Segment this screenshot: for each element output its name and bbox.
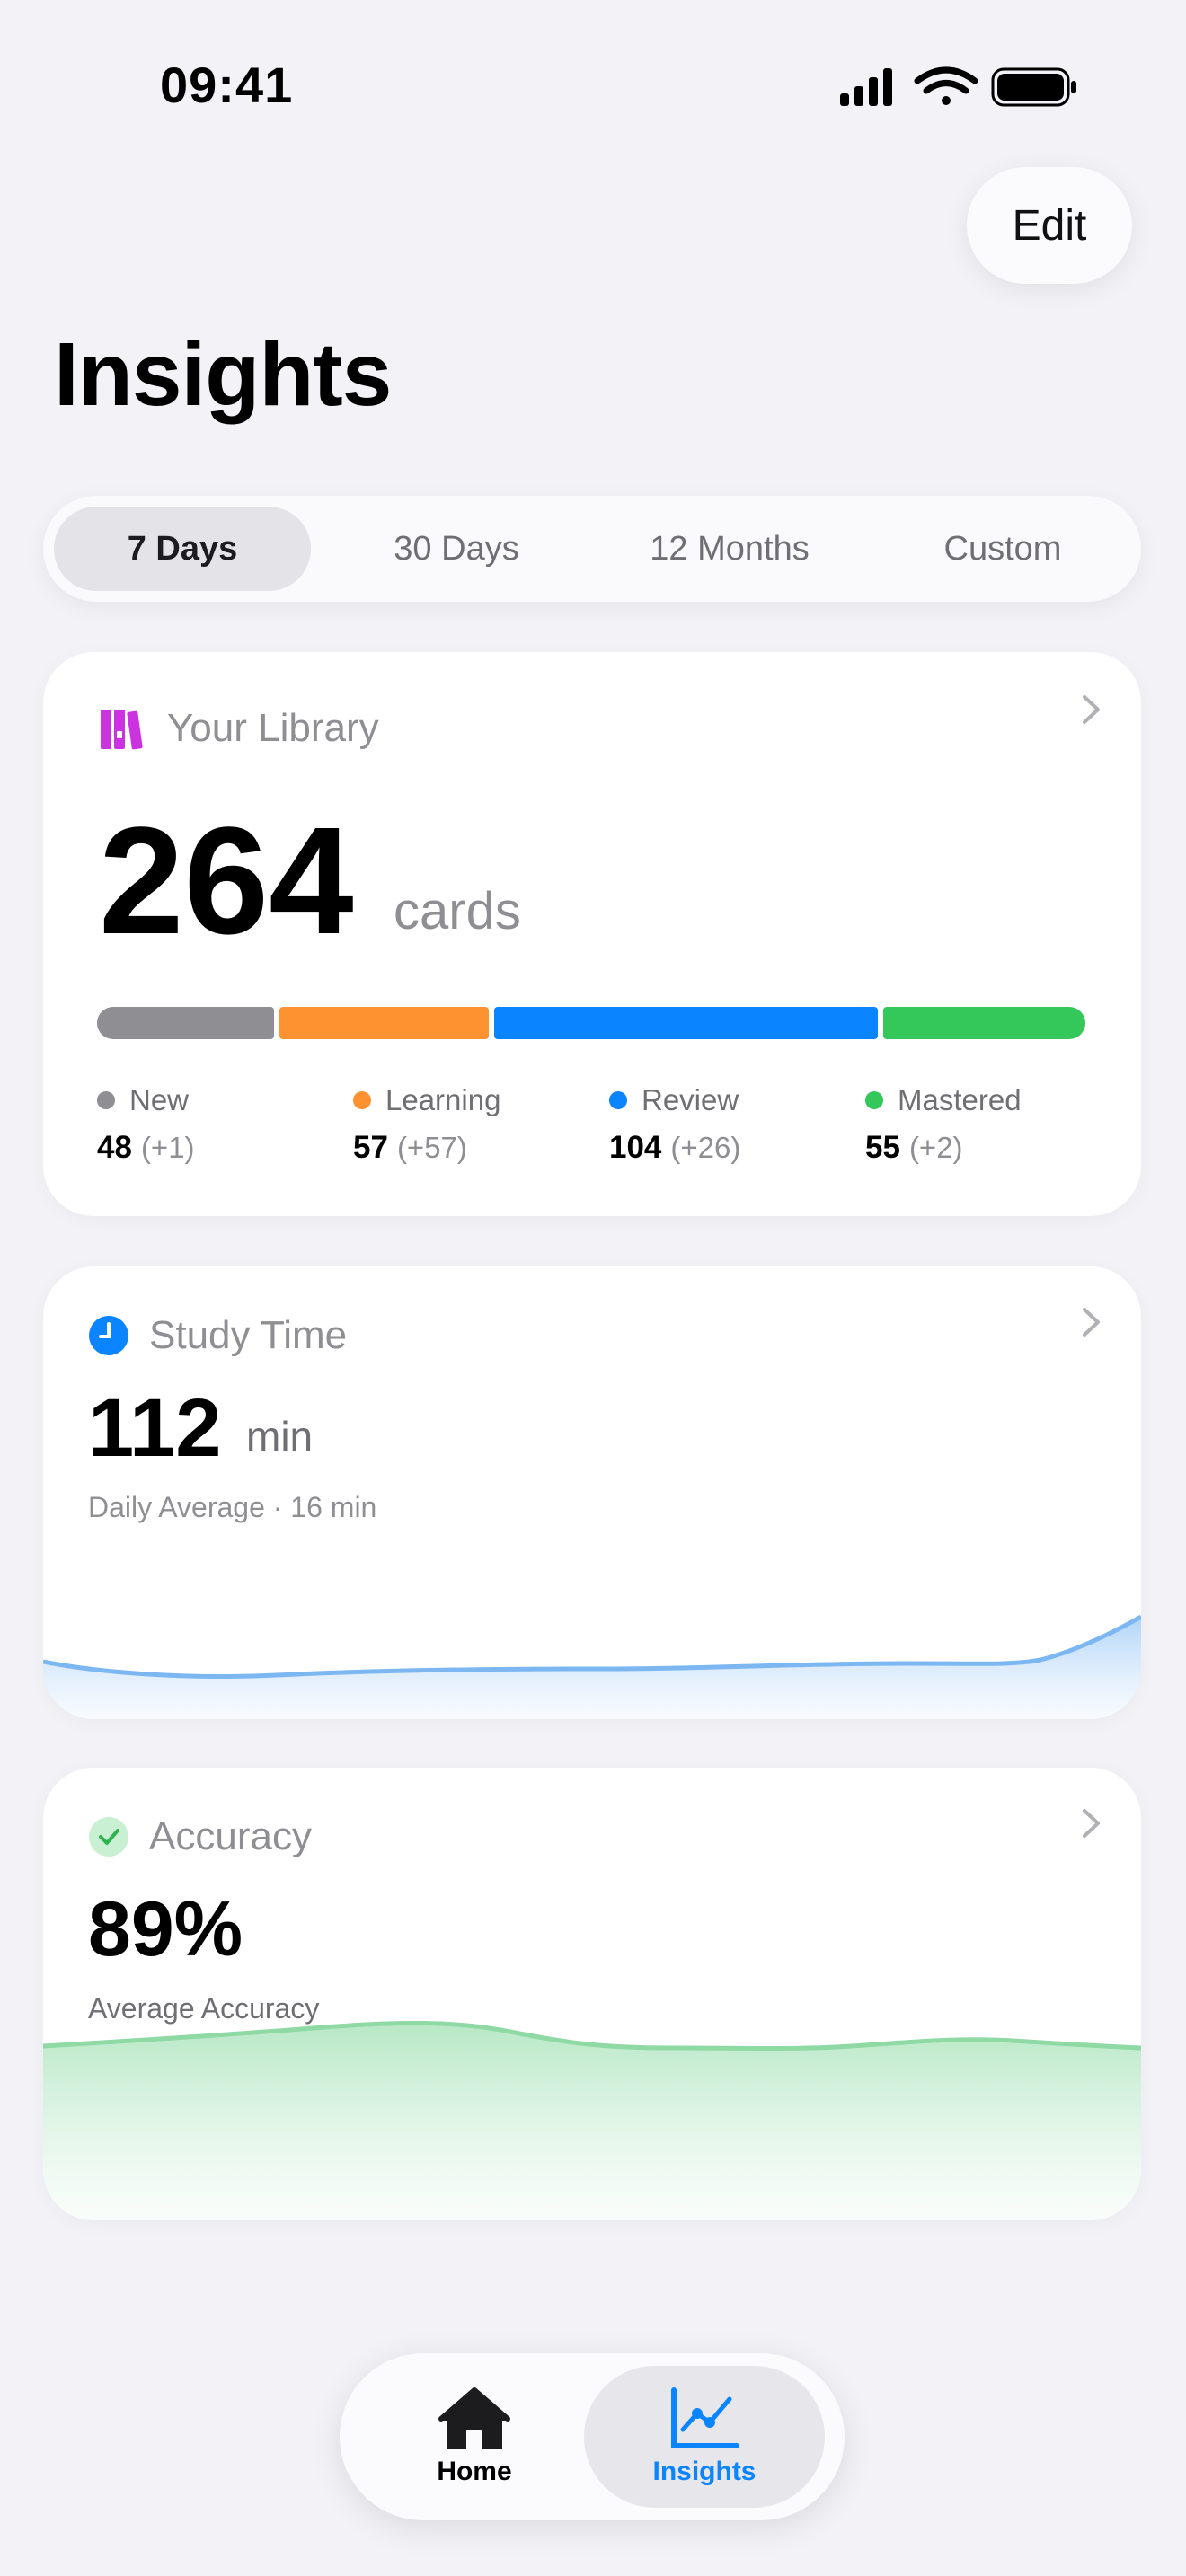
legend-label: New <box>129 1083 190 1116</box>
chevron-right-icon <box>1083 695 1100 724</box>
status-icons <box>840 66 1076 107</box>
range-selector: 7 Days 30 Days 12 Months Custom <box>43 496 1141 602</box>
books-icon <box>101 710 143 750</box>
legend-dot <box>865 1091 883 1109</box>
tab-7-days[interactable]: 7 Days <box>54 507 311 591</box>
legend-delta: (+2) <box>908 1131 963 1164</box>
battery-icon <box>991 67 1076 107</box>
tab-insights[interactable]: Insights <box>584 2366 825 2508</box>
status-time: 09:41 <box>160 57 294 113</box>
study-time-unit: min <box>246 1413 314 1460</box>
legend-delta: (+26) <box>670 1131 741 1164</box>
legend-value: 104 <box>609 1130 662 1165</box>
page-title: Insights <box>54 324 392 425</box>
legend-value: 55 <box>865 1130 900 1165</box>
bar-segment-review <box>494 1007 878 1039</box>
legend-label: Learning <box>385 1083 501 1116</box>
tab-12-months[interactable]: 12 Months <box>602 507 857 591</box>
accuracy-subtitle: Average Accuracy <box>88 1992 320 2025</box>
legend-dot <box>609 1091 627 1109</box>
wifi-icon <box>914 66 978 105</box>
library-title: Your Library <box>167 706 379 750</box>
tab-bar: Home Insights <box>340 2353 845 2520</box>
chevron-right-icon <box>1083 1308 1100 1337</box>
tab-home[interactable]: Home <box>354 2366 595 2508</box>
legend-label: Mastered <box>898 1083 1022 1116</box>
cellular-signal-icon <box>840 68 892 106</box>
legend-delta: (+1) <box>140 1131 195 1164</box>
library-total: 264 <box>99 796 354 966</box>
study-time-value: 112 <box>88 1382 222 1474</box>
study-time-subtitle: Daily Average · 16 min <box>88 1491 377 1523</box>
legend-new: New 48 (+1) <box>97 1083 340 1166</box>
legend-delta: (+57) <box>396 1131 467 1164</box>
library-card[interactable]: Your Library 264 cards New 48 (+1) Learni… <box>43 652 1141 1216</box>
chevron-right-icon <box>1083 1809 1100 1838</box>
bar-segment-learning <box>279 1007 490 1039</box>
legend-value: 48 <box>97 1130 132 1165</box>
checkmark-icon <box>89 1817 128 1857</box>
tab-home-label: Home <box>437 2457 512 2486</box>
accuracy-value: 89% <box>88 1886 243 1972</box>
legend-learning: Learning 57 (+57) <box>353 1083 596 1166</box>
house-icon <box>438 2387 510 2449</box>
chart-icon <box>671 2387 739 2448</box>
study-time-sparkline <box>43 1614 1141 1719</box>
tab-30-days[interactable]: 30 Days <box>329 507 584 591</box>
bar-segment-mastered <box>882 1007 1085 1039</box>
legend-dot <box>353 1091 371 1109</box>
legend-label: Review <box>642 1083 739 1116</box>
study-time-header: Study Time <box>88 1313 347 1358</box>
clock-icon <box>89 1316 128 1355</box>
tab-insights-label: Insights <box>652 2457 757 2486</box>
study-time-title: Study Time <box>149 1313 348 1357</box>
library-header: Your Library <box>99 706 379 751</box>
legend-dot <box>97 1091 115 1109</box>
legend-mastered: Mastered 55 (+2) <box>865 1083 1108 1166</box>
accuracy-card[interactable]: Accuracy 89% Average Accuracy <box>43 1768 1141 2220</box>
accuracy-header: Accuracy <box>88 1814 312 1859</box>
library-unit: cards <box>394 882 521 940</box>
accuracy-title: Accuracy <box>149 1814 312 1858</box>
study-time-card[interactable]: Study Time 112 min Daily Average · 16 mi… <box>43 1266 1141 1719</box>
tab-custom[interactable]: Custom <box>875 507 1130 591</box>
accuracy-sparkline <box>43 2020 1141 2220</box>
legend-value: 57 <box>353 1130 388 1165</box>
bar-segment-new <box>97 1007 274 1039</box>
legend-review: Review 104 (+26) <box>609 1083 852 1166</box>
edit-button[interactable]: Edit <box>967 167 1132 284</box>
